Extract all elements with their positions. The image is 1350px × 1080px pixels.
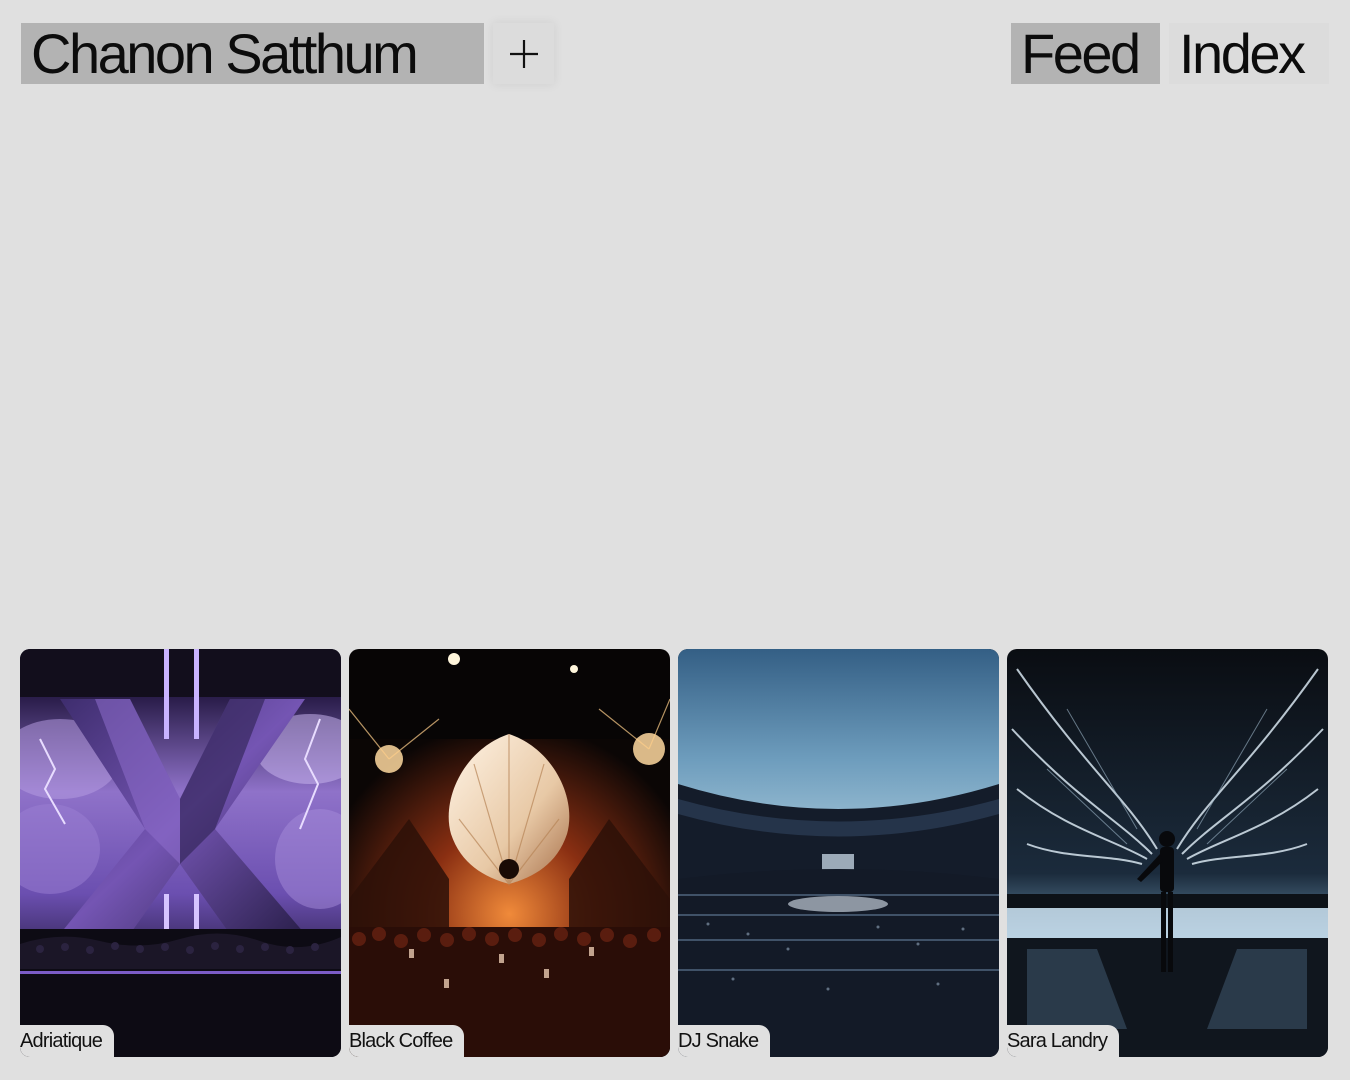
- project-title: Black Coffee: [349, 1025, 465, 1057]
- project-title: Sara Landry: [1007, 1025, 1120, 1057]
- project-card-adriatique[interactable]: Adriatique: [20, 649, 341, 1057]
- project-title: DJ Snake: [678, 1025, 771, 1057]
- site-header: Chanon Satthum Feed Index: [21, 23, 1329, 85]
- portfolio-page: Chanon Satthum Feed Index Adriatique Bla…: [0, 0, 1350, 1080]
- project-image-adriatique: [20, 649, 341, 1057]
- project-image-sara-landry: [1007, 649, 1328, 1057]
- plus-icon: [509, 39, 538, 68]
- project-image-black-coffee: [349, 649, 670, 1057]
- project-title: Adriatique: [20, 1025, 115, 1057]
- project-grid: Adriatique Black Coffee DJ Snake Sara La…: [20, 649, 1330, 1057]
- project-card-sara-landry[interactable]: Sara Landry: [1007, 649, 1328, 1057]
- site-name-link[interactable]: Chanon Satthum: [21, 23, 484, 84]
- project-card-black-coffee[interactable]: Black Coffee: [349, 649, 670, 1057]
- nav-index-link[interactable]: Index: [1169, 23, 1329, 84]
- project-image-dj-snake: [678, 649, 999, 1057]
- nav-feed-link[interactable]: Feed: [1011, 23, 1160, 84]
- plus-button[interactable]: [493, 23, 554, 84]
- project-card-dj-snake[interactable]: DJ Snake: [678, 649, 999, 1057]
